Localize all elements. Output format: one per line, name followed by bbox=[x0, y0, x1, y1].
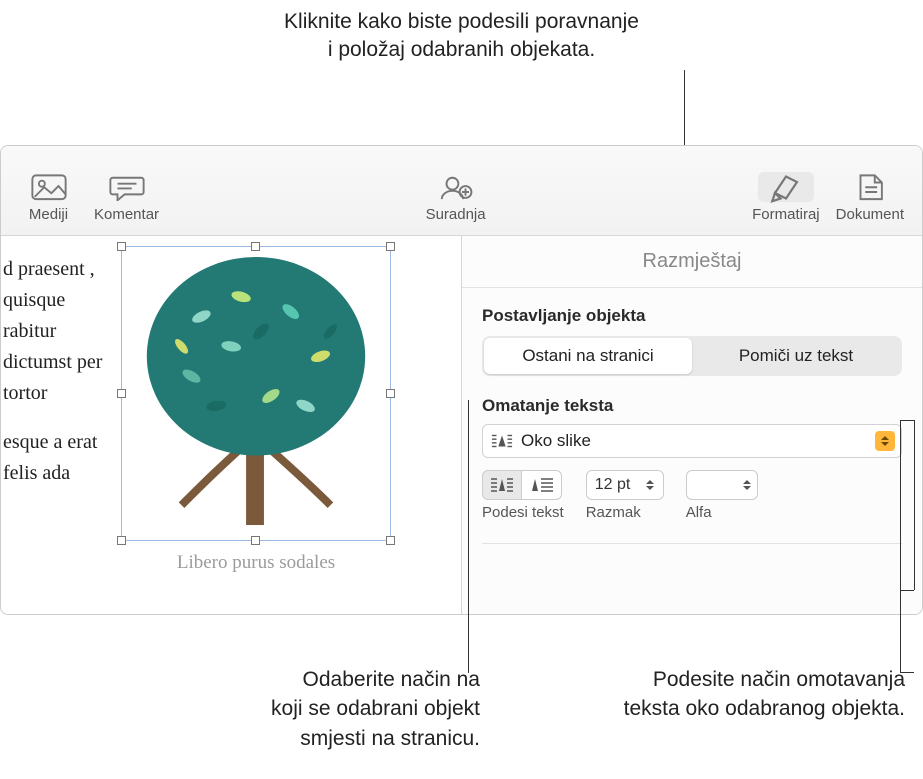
callout-bottom-right: Podesite način omotavanja teksta oko oda… bbox=[540, 665, 905, 724]
resize-handle[interactable] bbox=[386, 389, 395, 398]
alpha-label: Alfa bbox=[686, 504, 712, 521]
resize-handle[interactable] bbox=[117, 242, 126, 251]
resize-handle[interactable] bbox=[117, 536, 126, 545]
placement-move-button[interactable]: Pomiči uz tekst bbox=[692, 338, 900, 374]
toolbar-collab-label: Suradnja bbox=[426, 206, 486, 223]
doc-para-2: esque a erat felis ada bbox=[3, 427, 111, 489]
toolbar-media-label: Mediji bbox=[29, 206, 68, 223]
text-fit-label: Podesi tekst bbox=[482, 504, 564, 521]
media-icon bbox=[30, 172, 68, 202]
spacing-column: 12 pt Razmak bbox=[586, 470, 664, 521]
callout-br-l2: teksta oko odabranog objekta. bbox=[624, 697, 905, 720]
toolbar-comment-button[interactable]: Komentar bbox=[86, 168, 167, 227]
text-fit-both-button[interactable] bbox=[482, 470, 522, 500]
selected-image[interactable] bbox=[121, 246, 391, 541]
inspector-tab-arrangement[interactable]: Razmještaj bbox=[462, 236, 922, 288]
toolbar-collab-button[interactable]: Suradnja bbox=[418, 168, 494, 227]
alpha-column: Alfa bbox=[686, 470, 758, 521]
resize-handle[interactable] bbox=[251, 242, 260, 251]
fit-both-icon bbox=[490, 477, 514, 493]
callout-br-bracket-top bbox=[900, 420, 914, 421]
doc-para-1: d praesent , quisque rabitur dictumst pe… bbox=[3, 254, 111, 409]
resize-handle[interactable] bbox=[117, 389, 126, 398]
text-wrap-title: Omatanje teksta bbox=[482, 396, 902, 416]
toolbar-document-button[interactable]: Dokument bbox=[828, 168, 912, 227]
collab-icon bbox=[437, 172, 475, 202]
tree-image-icon bbox=[122, 247, 390, 540]
callout-top-text-1: Kliknite kako biste podesili poravnanje bbox=[284, 10, 639, 33]
text-wrap-dropdown[interactable]: Oko slike bbox=[482, 424, 902, 458]
content-area: d praesent , quisque rabitur dictumst pe… bbox=[1, 236, 922, 614]
object-placement-segmented: Ostani na stranici Pomiči uz tekst bbox=[482, 336, 902, 376]
callout-bottom-left: Odaberite način na koji se odabrani obje… bbox=[180, 665, 480, 753]
callout-br-bracket-top2 bbox=[914, 420, 915, 590]
stepper-arrows-icon[interactable] bbox=[741, 475, 753, 495]
resize-handle[interactable] bbox=[251, 536, 260, 545]
callout-bl-l3: smjesti na stranicu. bbox=[300, 727, 480, 750]
callout-bl-l1: Odaberite način na bbox=[303, 668, 480, 691]
callout-top-text-2: i položaj odabranih objekata. bbox=[328, 38, 595, 61]
format-icon bbox=[758, 172, 814, 202]
comment-icon bbox=[108, 172, 146, 202]
placement-stay-button[interactable]: Ostani na stranici bbox=[484, 338, 692, 374]
alpha-stepper[interactable] bbox=[686, 470, 758, 500]
text-fit-column: Podesi tekst bbox=[482, 470, 564, 521]
image-caption[interactable]: Libero purus sodales bbox=[121, 552, 391, 574]
toolbar-media-button[interactable]: Mediji bbox=[11, 168, 86, 227]
section-divider bbox=[482, 543, 902, 544]
toolbar-format-button[interactable]: Formatiraj bbox=[744, 168, 828, 227]
resize-handle[interactable] bbox=[386, 242, 395, 251]
format-inspector-panel: Razmještaj Postavljanje objekta Ostani n… bbox=[461, 236, 922, 614]
callout-bl-leader bbox=[468, 400, 469, 673]
callout-bl-l2: koji se odabrani objekt bbox=[271, 697, 480, 720]
object-placement-title: Postavljanje objekta bbox=[482, 306, 902, 326]
spacing-value: 12 pt bbox=[595, 476, 641, 494]
app-window: Mediji Komentar Suradnja Formatiraj bbox=[0, 145, 923, 615]
wrap-around-icon bbox=[491, 433, 513, 449]
inspector-body: Postavljanje objekta Ostani na stranici … bbox=[462, 288, 922, 562]
callout-top: Kliknite kako biste podesili poravnanje … bbox=[0, 8, 923, 65]
toolbar-document-label: Dokument bbox=[836, 206, 904, 223]
wrap-controls-row: Podesi tekst 12 pt Razmak bbox=[482, 470, 902, 521]
document-canvas[interactable]: d praesent , quisque rabitur dictumst pe… bbox=[1, 236, 461, 614]
dropdown-caret-icon bbox=[875, 431, 895, 451]
spacing-stepper[interactable]: 12 pt bbox=[586, 470, 664, 500]
text-fit-segmented bbox=[482, 470, 562, 500]
spacing-label: Razmak bbox=[586, 504, 641, 521]
resize-handle[interactable] bbox=[386, 536, 395, 545]
document-body-text: d praesent , quisque rabitur dictumst pe… bbox=[1, 254, 111, 489]
stepper-arrows-icon[interactable] bbox=[641, 475, 659, 495]
text-wrap-value: Oko slike bbox=[521, 431, 875, 451]
toolbar-format-label: Formatiraj bbox=[752, 206, 820, 223]
text-fit-larger-button[interactable] bbox=[522, 470, 562, 500]
callout-br-leader bbox=[900, 420, 914, 673]
toolbar-comment-label: Komentar bbox=[94, 206, 159, 223]
callout-br-bracket-bot bbox=[900, 590, 914, 591]
toolbar: Mediji Komentar Suradnja Formatiraj bbox=[1, 146, 922, 236]
fit-larger-icon bbox=[530, 477, 554, 493]
callout-br-l1: Podesite način omotavanja bbox=[653, 668, 905, 691]
document-icon bbox=[851, 172, 889, 202]
